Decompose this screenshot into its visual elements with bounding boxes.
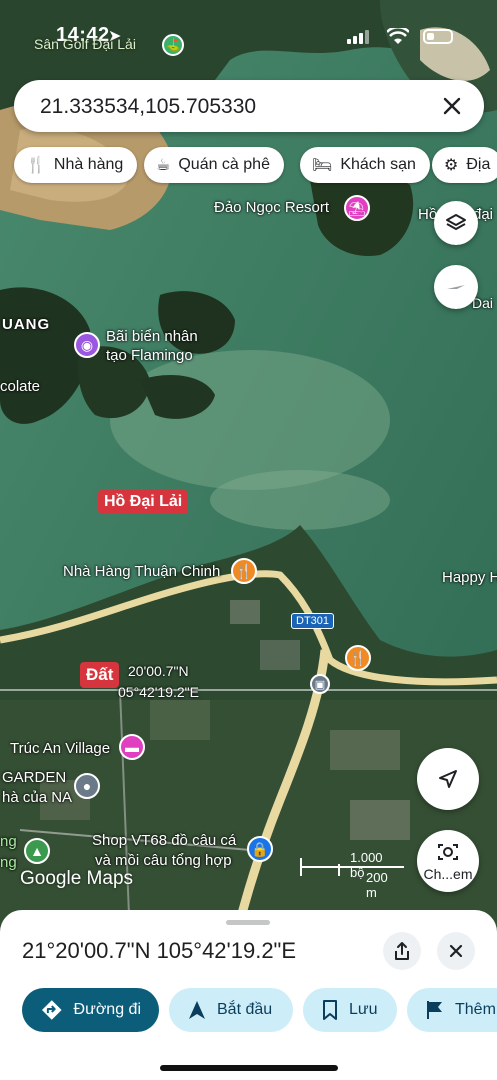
clear-search-icon[interactable] xyxy=(438,92,466,120)
place-title: 21°20'00.7"N 105°42'19.2"E xyxy=(22,938,297,963)
search-query[interactable]: 21.333534,105.705330 xyxy=(40,95,256,119)
status-bar: 14:42 ➤ Sân Golf Đại Lải ⛳ xyxy=(0,22,497,56)
restaurant-pin-icon[interactable]: 🍴 xyxy=(231,558,257,584)
pin-coord-line-1: 20'00.7"N xyxy=(128,663,189,679)
map-label-colate: colate xyxy=(0,378,41,395)
chip-hotels[interactable]: 🛏 Khách sạn xyxy=(300,147,430,183)
satellite-imagery xyxy=(0,0,497,940)
layers-icon xyxy=(446,214,466,230)
flag-icon xyxy=(427,1001,442,1019)
map-label-happy: Happy H xyxy=(442,569,497,586)
bed-icon: 🛏 xyxy=(312,157,333,174)
compass-button[interactable] xyxy=(434,265,478,309)
map-label-nha-cua-na: hà của NA xyxy=(2,789,73,806)
layers-button[interactable] xyxy=(434,201,478,245)
chip-label: Địa xyxy=(466,156,491,173)
close-icon xyxy=(449,944,463,958)
sheet-drag-handle[interactable] xyxy=(226,920,270,925)
map-label-truc-an[interactable]: Trúc An Village xyxy=(10,740,110,758)
bookmark-icon xyxy=(323,1000,337,1020)
map-label-dao-ngoc[interactable]: Đảo Ngọc Resort xyxy=(214,199,329,217)
save-label: Lưu xyxy=(349,1001,378,1018)
map-label-flamingo-1[interactable]: Bãi biển nhân xyxy=(106,328,198,346)
map-label-thuan-chinh[interactable]: Nhà Hàng Thuận Chinh xyxy=(63,563,220,581)
coffee-cup-icon: ☕ xyxy=(156,157,171,174)
lens-button[interactable]: Ch...em xyxy=(417,830,479,892)
map-label-flamingo-2[interactable]: tạo Flamingo xyxy=(106,347,193,365)
battery-icon xyxy=(423,29,453,44)
landmark-icon: ⚙ xyxy=(444,157,459,174)
start-button[interactable]: Bắt đầu xyxy=(169,988,293,1032)
back-to-app-label[interactable]: Sân Golf Đại Lải xyxy=(34,36,136,52)
camera-lens-icon xyxy=(438,844,458,860)
map-label-green-1: ng xyxy=(0,833,17,850)
category-chips: 🍴 Nhà hàng ☕ Quán cà phê 🛏 Khách sạn ⚙ Đ… xyxy=(14,147,497,183)
map-label-shop-1[interactable]: Shop VT68 đồ câu cá xyxy=(92,832,236,850)
directions-icon xyxy=(41,1000,62,1020)
google-maps-logo: Google Maps xyxy=(20,868,134,889)
chip-attractions[interactable]: ⚙ Địa xyxy=(432,147,497,183)
map-view[interactable]: ⛱ Đảo Ngọc Resort Hồ đại Dai UANG ◉ Bãi … xyxy=(0,0,497,940)
restaurant-pin-2-icon[interactable]: 🍴 xyxy=(345,645,371,671)
action-buttons: Đường đi Bắt đầu Lưu Thêm xyxy=(22,988,497,1032)
scale-meters: 200 m xyxy=(366,870,388,900)
shop-pin-icon[interactable]: 🔒 xyxy=(247,836,273,862)
close-sheet-button[interactable] xyxy=(437,932,475,970)
map-label-garden: GARDEN xyxy=(2,769,67,786)
directions-label: Đường đi xyxy=(73,1001,141,1018)
scale-bar xyxy=(300,866,404,868)
camera-pin-icon[interactable]: ◉ xyxy=(74,332,100,358)
park-pin-icon[interactable]: ▲ xyxy=(24,838,50,864)
navigation-arrow-icon xyxy=(189,1001,205,1019)
wifi-icon xyxy=(387,28,409,44)
directions-button[interactable]: Đường đi xyxy=(22,988,159,1032)
hotel-pin-icon[interactable]: ▬ xyxy=(119,734,145,760)
chip-label: Quán cà phê xyxy=(178,156,270,173)
save-button[interactable]: Lưu xyxy=(303,988,397,1032)
bus-stop-icon[interactable]: ▣ xyxy=(310,674,330,694)
scale-tick-mid xyxy=(338,864,340,876)
compass-icon xyxy=(447,285,465,289)
cellular-signal-icon xyxy=(347,30,369,44)
home-indicator[interactable] xyxy=(160,1065,338,1071)
share-button[interactable] xyxy=(383,932,421,970)
search-bar[interactable]: 21.333534,105.705330 xyxy=(14,80,484,132)
chip-label: Nhà hàng xyxy=(53,156,124,173)
map-label-area-uang: UANG xyxy=(2,316,51,333)
more-button[interactable]: Thêm xyxy=(407,988,497,1032)
my-location-button[interactable] xyxy=(417,748,479,810)
place-pin-icon[interactable]: ● xyxy=(74,773,100,799)
lake-label[interactable]: Hồ Đại Lải xyxy=(98,490,189,514)
map-label-green-2: ng xyxy=(0,854,17,871)
chip-label: Khách sạn xyxy=(340,156,416,173)
fork-knife-icon: 🍴 xyxy=(26,157,46,174)
navigation-arrow-icon xyxy=(439,770,457,788)
start-label: Bắt đầu xyxy=(217,1001,273,1018)
pin-coord-line-2: 05°42'19.2"E xyxy=(118,684,199,700)
lens-label: Ch...em xyxy=(423,866,473,882)
chip-restaurants[interactable]: 🍴 Nhà hàng xyxy=(14,147,138,183)
golf-pin-icon[interactable]: ⛳ xyxy=(162,34,184,56)
place-bottom-sheet[interactable]: 21°20'00.7"N 105°42'19.2"E Đường đi Bắt … xyxy=(0,910,497,1080)
chip-cafes[interactable]: ☕ Quán cà phê xyxy=(144,147,284,183)
scale-tick-left xyxy=(300,858,302,876)
resort-pin-icon[interactable]: ⛱ xyxy=(344,195,370,221)
road-shield-dt301: DT301 xyxy=(291,613,335,629)
share-icon xyxy=(395,942,409,960)
dropped-pin-label[interactable]: Đất xyxy=(80,662,120,688)
more-label: Thêm xyxy=(455,1001,496,1018)
